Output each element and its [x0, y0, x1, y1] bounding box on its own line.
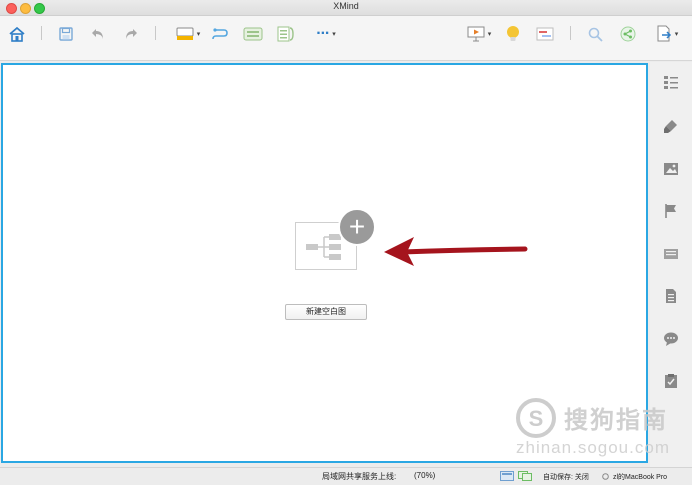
task-clipboard-icon[interactable]	[663, 373, 679, 389]
autosave-status[interactable]: 自动保存: 关闭	[543, 472, 589, 482]
main-toolbar: ▾ ··· ▾ ▾ ▾	[0, 16, 692, 61]
share-icon[interactable]	[618, 24, 638, 44]
toolbar-divider	[570, 26, 571, 40]
xmind-window: XMind ▾ ··· ▾ ▾ ▾ + 新建空白图 S 搜狗指南 zhinan.…	[0, 0, 692, 485]
more-label: ···	[316, 25, 330, 42]
gantt-icon[interactable]	[535, 24, 555, 44]
format-brush-icon[interactable]	[663, 118, 679, 134]
toolbar-divider	[41, 26, 42, 40]
title-bar: XMind	[0, 0, 692, 16]
view-mode-icon[interactable]	[500, 471, 514, 481]
home-icon[interactable]	[7, 24, 27, 44]
boundary-icon[interactable]	[242, 24, 264, 44]
presentation-icon[interactable]: ▾	[463, 24, 495, 44]
note-icon[interactable]	[663, 246, 679, 262]
watermark-url: zhinan.sogou.com	[516, 438, 670, 457]
redo-icon[interactable]	[122, 24, 140, 44]
idea-icon[interactable]	[503, 24, 523, 44]
undo-icon[interactable]	[89, 24, 107, 44]
marker-flag-icon[interactable]	[663, 203, 679, 219]
document-icon[interactable]	[663, 288, 679, 304]
window-title: XMind	[333, 1, 359, 11]
comment-icon[interactable]	[663, 331, 679, 347]
status-bar: 局域网共享服务上线: (70%) 自动保存: 关闭 zl的MacBook Pro	[0, 467, 692, 485]
sync-icon[interactable]	[518, 471, 532, 481]
more-icon[interactable]: ··· ▾	[310, 24, 342, 44]
relationship-icon[interactable]	[210, 24, 230, 44]
add-icon[interactable]: +	[338, 208, 376, 246]
save-icon[interactable]	[57, 24, 75, 44]
sogou-watermark: S 搜狗指南 zhinan.sogou.com	[512, 398, 682, 463]
topic-style-icon[interactable]: ▾	[172, 24, 204, 44]
new-blank-map-button[interactable]: 新建空白图	[285, 304, 367, 320]
summary-icon[interactable]	[276, 24, 296, 44]
network-status-icon	[602, 473, 609, 480]
red-arrow-annotation	[384, 237, 528, 266]
svg-text:S: S	[529, 406, 544, 431]
outline-icon[interactable]	[663, 74, 679, 90]
export-icon[interactable]: ▾	[651, 24, 683, 44]
toolbar-divider	[155, 26, 156, 40]
device-name: zl的MacBook Pro	[613, 474, 668, 481]
image-icon[interactable]	[663, 161, 679, 177]
zoom-level[interactable]: (70%)	[414, 471, 435, 480]
sogou-logo-icon: S	[516, 398, 556, 438]
watermark-text: 搜狗指南	[564, 407, 668, 434]
lan-share-status: 局域网共享服务上线:	[322, 472, 397, 481]
search-icon[interactable]	[586, 24, 604, 44]
